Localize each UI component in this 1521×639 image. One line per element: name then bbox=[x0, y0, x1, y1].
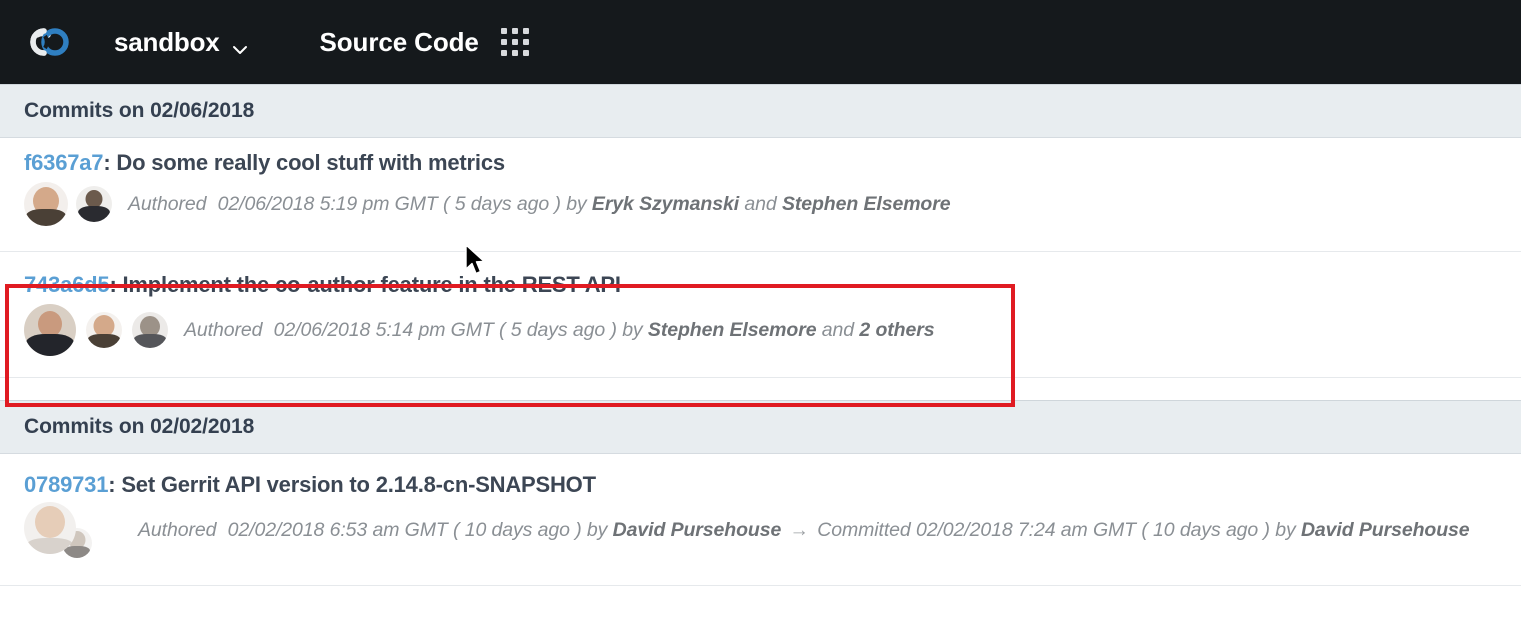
commit-message[interactable]: Set Gerrit API version to 2.14.8-cn-SNAP… bbox=[121, 472, 596, 497]
avatar[interactable] bbox=[132, 312, 168, 348]
authored-timestamp: 02/02/2018 6:53 am GMT bbox=[227, 518, 448, 541]
avatar[interactable] bbox=[24, 502, 76, 554]
avatar[interactable] bbox=[86, 312, 122, 348]
author-name[interactable]: Stephen Elsemore bbox=[648, 319, 817, 341]
commit-hash-separator: : bbox=[109, 272, 117, 297]
committer-name[interactable]: David Pursehouse bbox=[1301, 519, 1470, 541]
commit-message[interactable]: Implement the co-author feature in the R… bbox=[123, 272, 621, 297]
commit-message[interactable]: Do some really cool stuff with metrics bbox=[116, 150, 505, 175]
project-switcher[interactable]: sandbox bbox=[114, 27, 248, 58]
grid-dots-icon[interactable] bbox=[500, 28, 529, 56]
authored-label: Authored bbox=[138, 518, 217, 541]
by-label: by bbox=[566, 192, 587, 215]
commit-meta: Authored 02/06/2018 5:19 pm GMT ( 5 days… bbox=[24, 182, 1521, 226]
commit-hash-link[interactable]: f6367a7 bbox=[24, 150, 104, 175]
authored-relative-time: ( 5 days ago ) bbox=[443, 192, 561, 215]
top-navigation-bar: sandbox Source Code bbox=[0, 0, 1521, 84]
co-author-count[interactable]: 2 others bbox=[859, 319, 934, 341]
commit-group: Commits on 02/02/2018 0789731: Set Gerri… bbox=[0, 400, 1521, 586]
committed-timestamp: 02/02/2018 7:24 am GMT bbox=[915, 518, 1136, 541]
committed-label: Committed bbox=[817, 518, 911, 541]
and-label: and bbox=[744, 192, 777, 215]
authored-timestamp: 02/06/2018 5:19 pm GMT bbox=[217, 192, 438, 215]
authored-relative-time: ( 10 days ago ) bbox=[453, 518, 582, 541]
avatar-photo bbox=[24, 502, 76, 554]
author-avatars[interactable] bbox=[24, 304, 168, 356]
commit-hash-separator: : bbox=[108, 472, 116, 497]
nav-item-source-code[interactable]: Source Code bbox=[320, 27, 479, 58]
avatar-photo bbox=[76, 186, 112, 222]
commit-list: Commits on 02/06/2018 f6367a7: Do some r… bbox=[0, 84, 1521, 586]
commit-hash-link[interactable]: 0789731 bbox=[24, 472, 108, 497]
avatar-photo bbox=[24, 182, 68, 226]
authored-relative-time: ( 5 days ago ) bbox=[499, 318, 617, 341]
by-label: by bbox=[586, 518, 608, 541]
author-name[interactable]: David Pursehouse bbox=[613, 519, 782, 541]
avatar[interactable] bbox=[24, 304, 76, 356]
avatar-photo bbox=[24, 304, 76, 356]
commit-title: 743a6d5: Implement the co-author feature… bbox=[24, 272, 1521, 298]
commit-meta-text: Authored 02/06/2018 5:14 pm GMT ( 5 days… bbox=[184, 318, 935, 342]
commit-row[interactable]: 743a6d5: Implement the co-author feature… bbox=[0, 252, 1521, 378]
commit-row[interactable]: 0789731: Set Gerrit API version to 2.14.… bbox=[0, 454, 1521, 586]
commit-hash-separator: : bbox=[103, 150, 111, 175]
commit-meta-text: Authored 02/06/2018 5:19 pm GMT ( 5 days… bbox=[128, 192, 951, 216]
avatar-photo bbox=[86, 312, 122, 348]
author-avatars[interactable] bbox=[24, 182, 112, 226]
section-nav-group: Source Code bbox=[248, 27, 529, 58]
authored-timestamp: 02/06/2018 5:14 pm GMT bbox=[273, 318, 494, 341]
project-name-label: sandbox bbox=[114, 26, 220, 57]
commit-title: f6367a7: Do some really cool stuff with … bbox=[24, 150, 1521, 176]
chain-links-logo-icon bbox=[30, 28, 69, 56]
authored-label: Authored bbox=[128, 192, 207, 215]
author-name[interactable]: Eryk Szymanski bbox=[592, 193, 739, 215]
commit-meta: Authored 02/06/2018 5:14 pm GMT ( 5 days… bbox=[24, 304, 1521, 356]
commit-hash-link[interactable]: 743a6d5 bbox=[24, 272, 110, 297]
commit-group-header: Commits on 02/06/2018 bbox=[0, 84, 1521, 138]
commit-meta: Authored 02/02/2018 6:53 am GMT ( 10 day… bbox=[24, 502, 1521, 558]
and-label: and bbox=[821, 318, 855, 341]
commit-title: 0789731: Set Gerrit API version to 2.14.… bbox=[24, 472, 1521, 498]
co-author-name[interactable]: Stephen Elsemore bbox=[782, 193, 951, 215]
author-avatars[interactable] bbox=[24, 502, 104, 558]
by-label-committer: by bbox=[1275, 518, 1296, 541]
avatar[interactable] bbox=[24, 182, 68, 226]
avatar[interactable] bbox=[76, 186, 112, 222]
authored-label: Authored bbox=[184, 318, 263, 341]
avatar-photo bbox=[132, 312, 168, 348]
arrow-separator-icon: → bbox=[789, 518, 810, 541]
by-label: by bbox=[622, 318, 643, 341]
commit-group: Commits on 02/06/2018 f6367a7: Do some r… bbox=[0, 84, 1521, 378]
committed-relative-time: ( 10 days ago ) bbox=[1141, 518, 1270, 541]
commit-row[interactable]: f6367a7: Do some really cool stuff with … bbox=[0, 138, 1521, 252]
app-logo[interactable] bbox=[24, 22, 76, 62]
chevron-down-icon bbox=[232, 34, 248, 54]
commit-group-header: Commits on 02/02/2018 bbox=[0, 400, 1521, 454]
commit-meta-text: Authored 02/02/2018 6:53 am GMT ( 10 day… bbox=[138, 519, 1470, 542]
